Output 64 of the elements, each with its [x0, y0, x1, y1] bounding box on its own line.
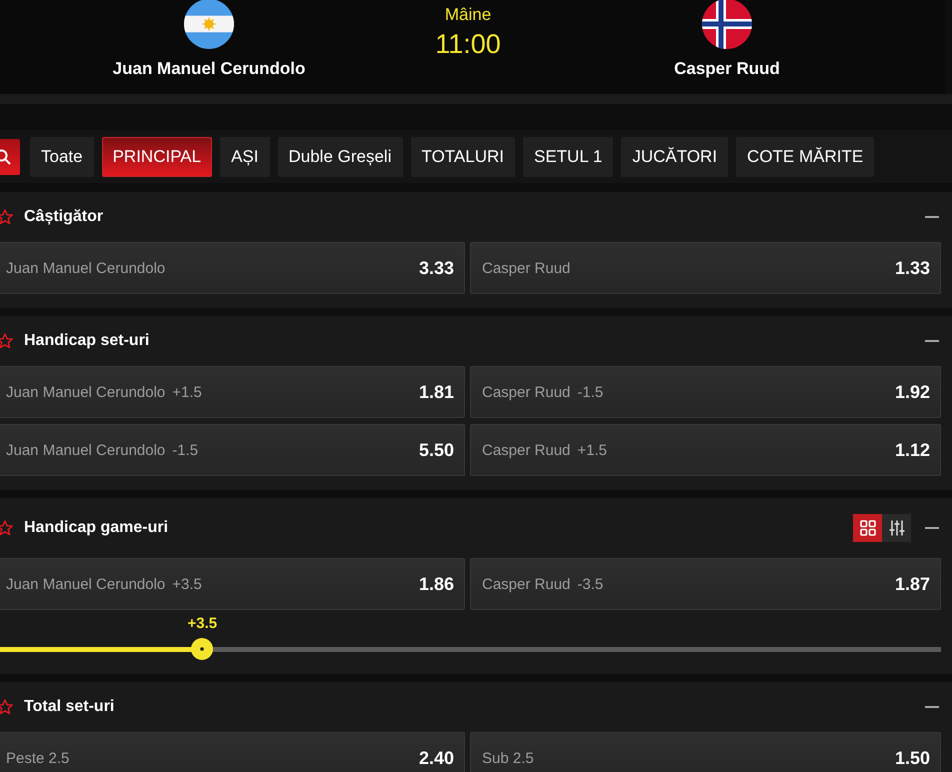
odds-value: 1.50: [894, 748, 930, 768]
handicap-line: -1.5: [577, 384, 604, 400]
odds-button[interactable]: Peste 2.5 2.40: [0, 732, 465, 772]
handicap-line: +1.5: [577, 442, 608, 458]
handicap-line: +3.5: [172, 576, 202, 592]
view-toggle-button[interactable]: [882, 514, 911, 542]
market-tab[interactable]: Toate: [30, 136, 94, 176]
odds-button[interactable]: Casper Ruud +1.5 1.12: [470, 424, 941, 476]
market-tab[interactable]: Duble Greșeli: [278, 136, 402, 176]
star-icon[interactable]: [0, 209, 13, 225]
odds-value: 1.12: [894, 440, 930, 460]
odds-button[interactable]: Juan Manuel Cerundolo 3.33: [0, 242, 465, 294]
sliders-icon: [888, 520, 904, 536]
odds-value: 1.86: [418, 574, 454, 594]
handicap-line: +1.5: [172, 384, 202, 400]
argentina-flag-icon: [184, 0, 234, 49]
selection-name: Peste 2.5: [6, 750, 70, 766]
match-date: Mâine: [444, 5, 492, 25]
market-title: Handicap set-uri: [24, 332, 150, 350]
odds-button[interactable]: Sub 2.5 1.50: [470, 732, 941, 772]
odds-button[interactable]: Casper Ruud 1.33: [470, 242, 941, 294]
selection-name: Juan Manuel Cerundolo: [6, 442, 166, 458]
player-name: Casper Ruud: [674, 59, 780, 79]
selection-name: Casper Ruud: [482, 260, 570, 276]
odds-value: 1.81: [418, 382, 454, 402]
odds-value: 5.50: [418, 440, 454, 460]
market-title: Handicap game-uri: [24, 519, 168, 537]
star-icon[interactable]: [0, 699, 13, 715]
odds-value: 1.33: [894, 258, 930, 278]
star-icon[interactable]: [0, 520, 13, 536]
market-tab[interactable]: TOTALURI: [410, 136, 515, 176]
slider-value-label: +3.5: [188, 614, 218, 634]
market-tab[interactable]: JUCĂTORI: [621, 136, 728, 176]
selection-name: Juan Manuel Cerundolo: [6, 384, 166, 400]
selection-name: Juan Manuel Cerundolo: [6, 576, 166, 592]
odds-button[interactable]: Casper Ruud -3.5 1.87: [470, 558, 941, 610]
handicap-line: -3.5: [577, 576, 604, 592]
selection-name: Sub 2.5: [482, 750, 534, 766]
odds-value: 3.33: [418, 258, 454, 278]
market-tab[interactable]: PRINCIPAL: [102, 136, 212, 176]
market-tab[interactable]: AȘI: [220, 136, 270, 176]
odds-button[interactable]: Juan Manuel Cerundolo -1.5 5.50: [0, 424, 465, 476]
star-icon[interactable]: [0, 333, 13, 349]
handicap-line: -1.5: [172, 442, 198, 458]
selection-name: Casper Ruud: [482, 442, 570, 458]
grid-icon: [860, 520, 876, 536]
view-toggle-button[interactable]: [853, 514, 882, 542]
odds-value: 2.40: [418, 748, 454, 768]
match-time: 11:00: [435, 29, 501, 59]
odds-button[interactable]: Juan Manuel Cerundolo +1.5 1.81: [0, 366, 465, 418]
odds-button[interactable]: Casper Ruud -1.5 1.92: [470, 366, 941, 418]
selection-name: Juan Manuel Cerundolo: [6, 260, 166, 276]
odds-button[interactable]: Juan Manuel Cerundolo +3.5 1.86: [0, 558, 465, 610]
market-tab[interactable]: SETUL 1: [523, 136, 614, 176]
odds-value: 1.92: [894, 382, 930, 402]
market-title: Câștigător: [24, 208, 104, 226]
odds-value: 1.87: [894, 574, 930, 594]
slider-thumb[interactable]: [191, 638, 214, 660]
market-title: Total set-uri: [24, 698, 114, 716]
selection-name: Casper Ruud: [482, 384, 570, 400]
selection-name: Casper Ruud: [482, 576, 570, 592]
norway-flag-icon: [702, 0, 752, 49]
player-name: Juan Manuel Cerundolo: [112, 59, 306, 79]
market-tab[interactable]: COTE MĂRITE: [736, 136, 874, 176]
